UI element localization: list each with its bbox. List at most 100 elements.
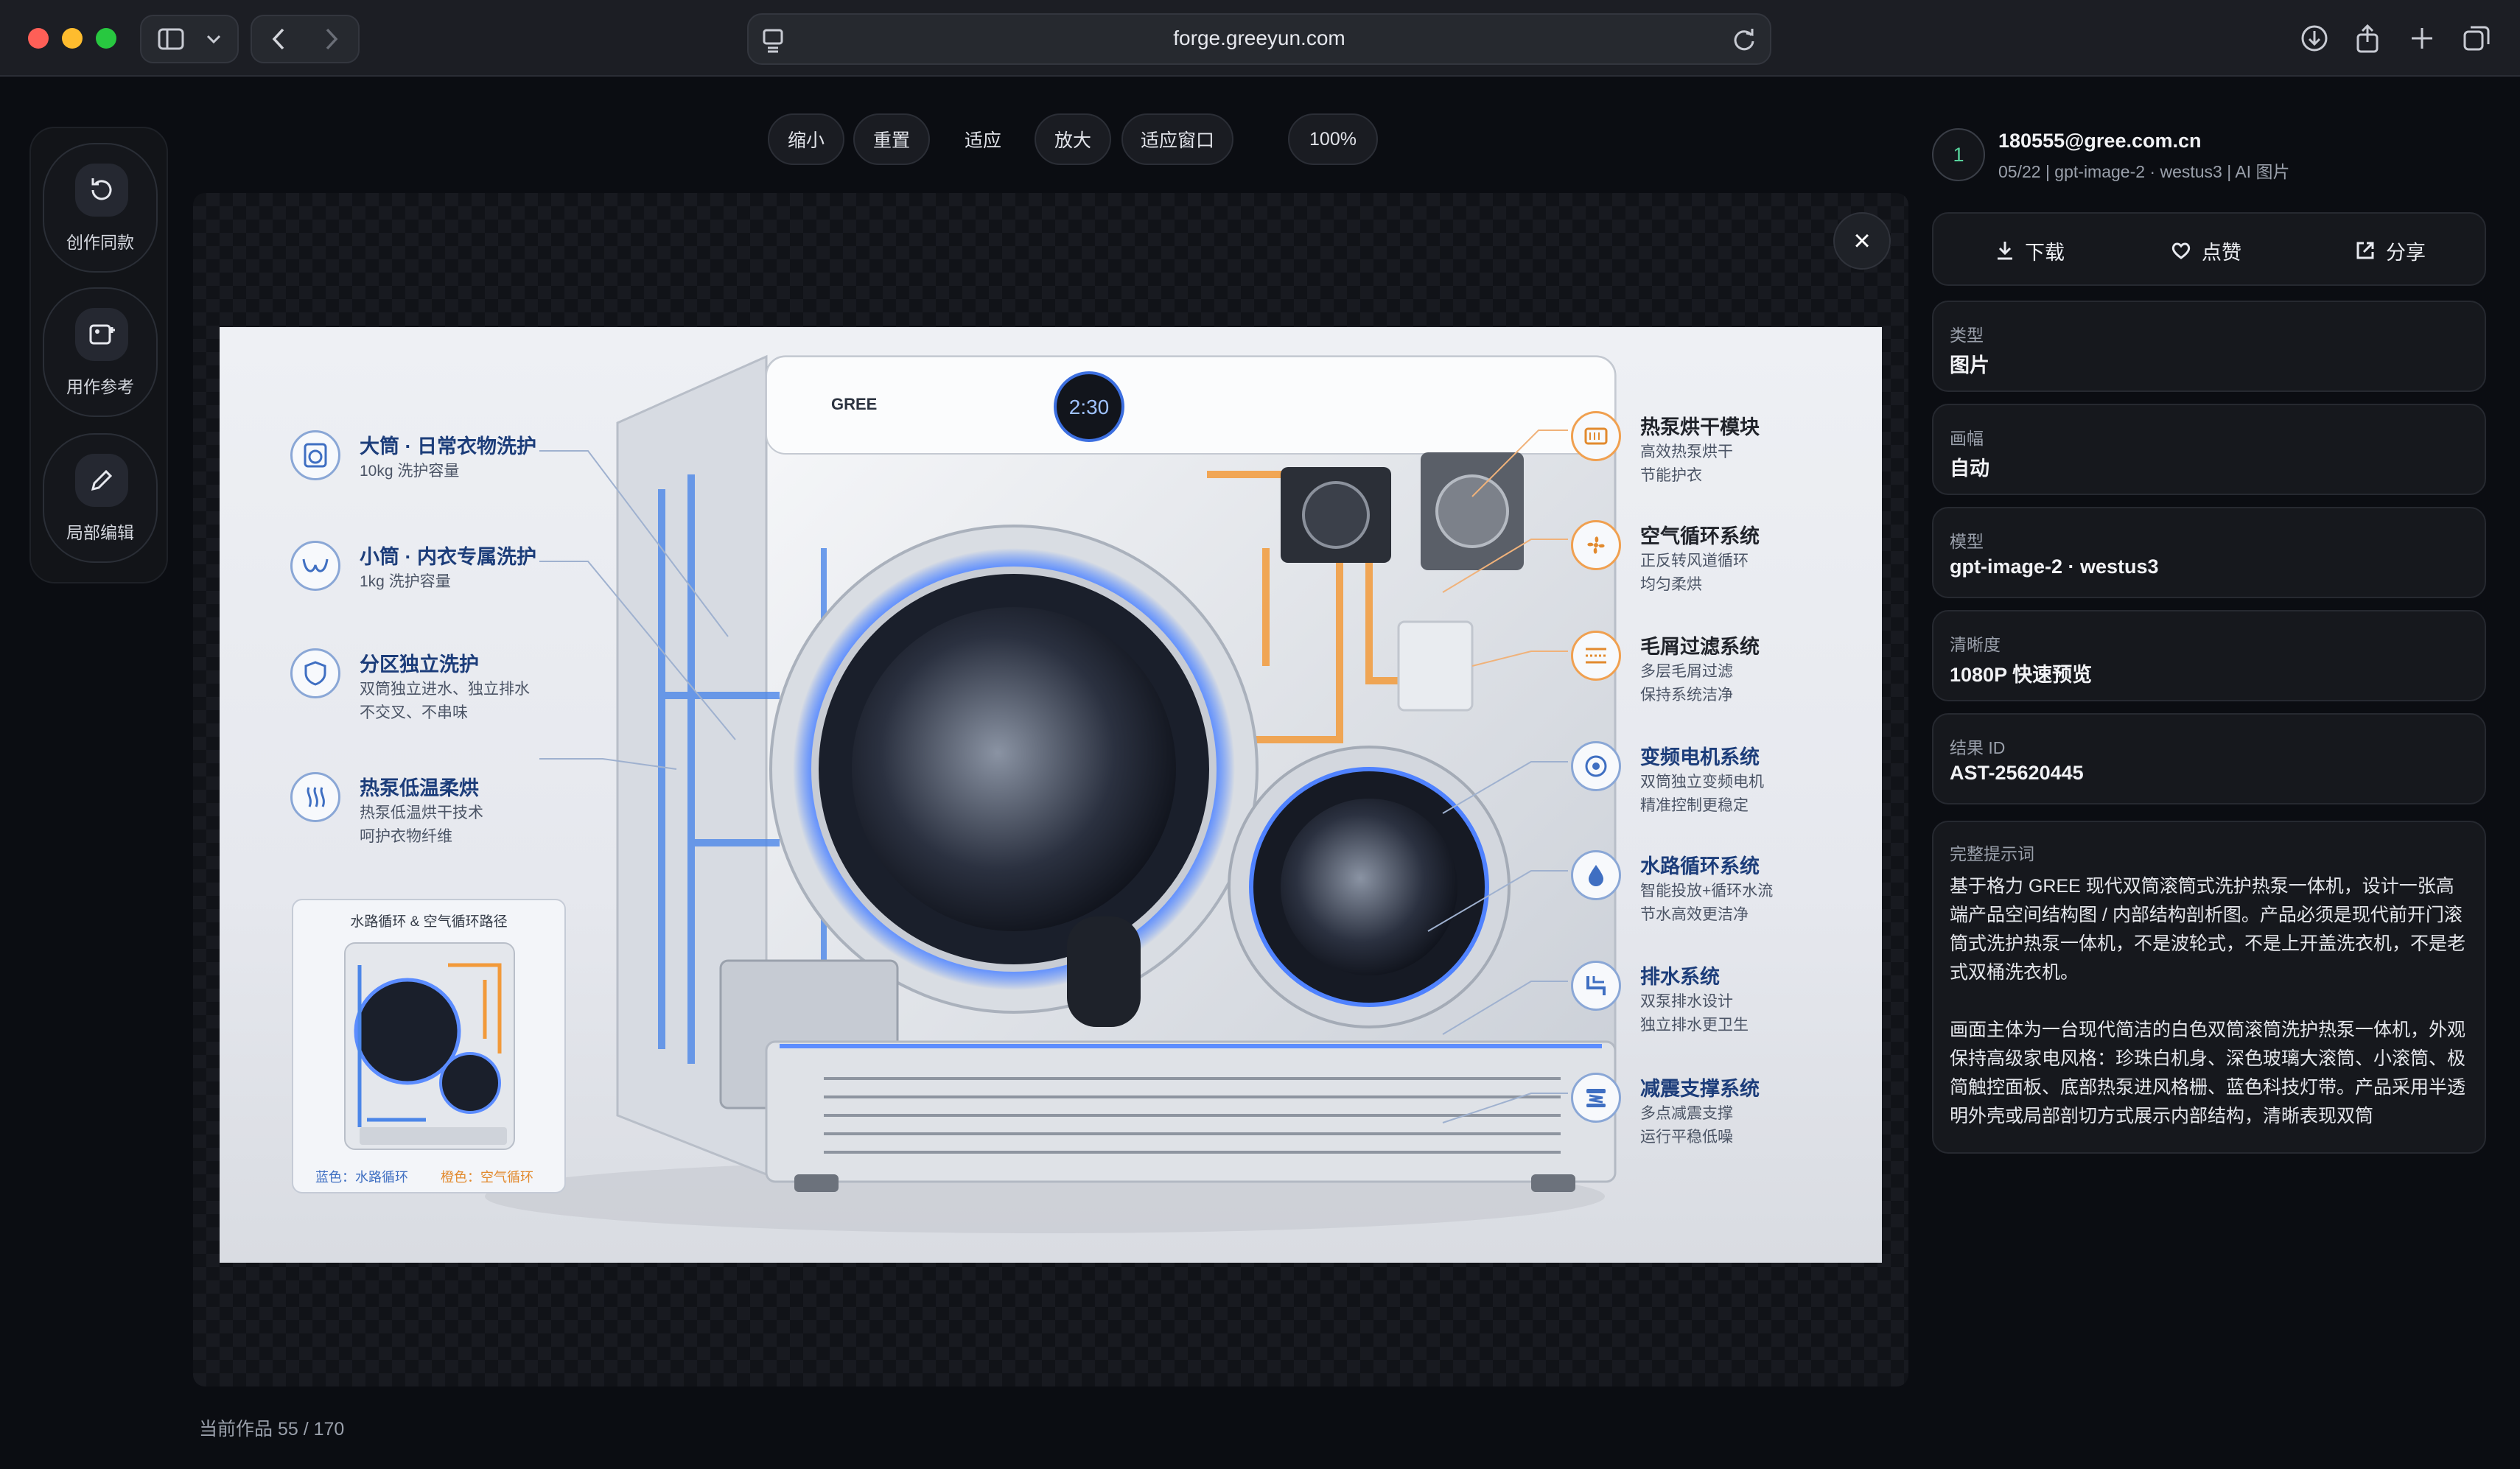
download-icon [1998, 242, 2012, 260]
feature-sub: 双筒独立进水、独立排水 不交叉、不串味 [360, 681, 530, 721]
info-card-resolution: 清晰度 1080P 快速预览 [1932, 610, 2486, 701]
back-icon[interactable] [271, 27, 286, 51]
tabs-icon [2463, 26, 2490, 51]
card-value: 自动 [1950, 457, 1989, 480]
info-card-type: 类型 图片 [1932, 301, 2486, 392]
circulation-inset: 水路循环 & 空气循环路径 蓝色：水路循环 橙色：空气循环 [292, 899, 566, 1193]
refresh-icon [75, 164, 128, 217]
like-button[interactable]: 点赞 [2171, 236, 2241, 265]
address-bar[interactable]: forge.greeyun.com [747, 13, 1771, 65]
tool-label: 创作同款 [66, 233, 134, 252]
like-label: 点赞 [2202, 241, 2241, 264]
feature-title: 水路循环系统 [1640, 855, 1760, 877]
fit-window-button[interactable]: 适应窗口 [1121, 113, 1233, 165]
feature-sub: 智能投放+循环水流 节水高效更洁净 [1640, 883, 1774, 923]
washer-icon [290, 430, 340, 480]
zoom-window-button[interactable] [96, 28, 116, 49]
fan-icon [1571, 520, 1621, 570]
feature-title: 毛屑过滤系统 [1640, 636, 1760, 658]
motor-icon [1571, 741, 1621, 791]
pipe-icon [1571, 961, 1621, 1011]
tool-label: 用作参考 [66, 377, 134, 396]
minimize-window-button[interactable] [62, 28, 83, 49]
feature-sub: 高效热泵烘干 节能护衣 [1640, 443, 1733, 484]
forward-icon[interactable] [324, 27, 339, 51]
svg-text:2:30: 2:30 [1069, 396, 1110, 418]
share-button[interactable]: 分享 [2355, 236, 2426, 265]
prompt-card[interactable]: 完整提示词 基于格力 GREE 现代双筒滚筒式洗护热泵一体机，设计一张高端产品空… [1932, 821, 2486, 1154]
url-text: forge.greeyun.com [1173, 27, 1345, 49]
create-same-button[interactable]: 创作同款 [43, 143, 158, 273]
close-window-button[interactable] [28, 28, 49, 49]
tool-panel: 创作同款 用作参考 局部编辑 [29, 127, 168, 583]
feature-sub: 双泵排水设计 独立排水更卫生 [1640, 993, 1749, 1034]
reset-button[interactable]: 重置 [853, 113, 930, 165]
feature-sub: 多点减震支撑 运行平稳低噪 [1640, 1105, 1733, 1146]
chevron-down-icon [206, 35, 221, 44]
downloads-button[interactable] [2296, 19, 2333, 57]
prompt-text: 基于格力 GREE 现代双筒滚筒式洗护热泵一体机，设计一张高端产品空间结构图 /… [1950, 872, 2471, 1131]
plus-icon [2412, 28, 2432, 49]
download-label: 下载 [2025, 241, 2065, 264]
water-drop-icon [1571, 850, 1621, 900]
info-card-aspect: 画幅 自动 [1932, 404, 2486, 495]
feature-sub: 双筒独立变频电机 精准控制更稳定 [1640, 774, 1764, 814]
reload-icon[interactable] [1732, 27, 1757, 53]
info-card-model: 模型 gpt-image-2 · westus3 [1932, 507, 2486, 598]
legend-air: 橙色：空气循环 [441, 1170, 533, 1185]
card-label: 清晰度 [1950, 635, 2001, 654]
use-as-reference-button[interactable]: 用作参考 [43, 287, 158, 417]
info-card-result-id: 结果 ID AST-25620445 [1932, 713, 2486, 804]
action-bar: 下载 点赞 分享 [1932, 212, 2486, 286]
feature-sub: 10kg 洗护容量 [360, 463, 460, 480]
local-edit-button[interactable]: 局部编辑 [43, 433, 158, 563]
feature-sub: 正反转风道循环 均匀柔烘 [1640, 553, 1749, 593]
share-button-browser[interactable] [2349, 19, 2386, 57]
sidebar-toggle-button[interactable] [140, 15, 239, 63]
avatar[interactable]: 1 [1932, 128, 1985, 181]
feature-sub: 多层毛屑过滤 保持系统洁净 [1640, 663, 1733, 704]
card-label: 结果 ID [1950, 738, 2006, 757]
prompt-paragraph: 画面主体为一台现代简洁的白色双筒滚筒洗护热泵一体机，外观保持高级家电风格：珍珠白… [1950, 1020, 2466, 1126]
feature-title: 小筒 · 内衣专属洗护 [360, 546, 536, 568]
card-label: 模型 [1950, 532, 1984, 551]
prompt-label: 完整提示词 [1950, 844, 2034, 863]
work-counter: 当前作品 55 / 170 [199, 1419, 345, 1440]
card-value: gpt-image-2 · westus3 [1950, 555, 2159, 578]
author-email: 180555@gree.com.cn [1998, 130, 2202, 152]
pen-icon [75, 454, 128, 507]
new-tab-button[interactable] [2404, 19, 2440, 57]
filter-icon [1571, 631, 1621, 681]
heat-module-icon [1571, 411, 1621, 461]
feature-title: 热泵烘干模块 [1640, 416, 1760, 438]
browser-titlebar: forge.greeyun.com [0, 0, 2520, 77]
share-icon [2356, 24, 2379, 53]
zoom-percent-button[interactable]: 100% [1288, 113, 1378, 165]
tool-label: 局部编辑 [66, 523, 134, 542]
feature-title: 分区独立洗护 [360, 653, 479, 676]
feature-title: 热泵低温柔烘 [360, 777, 479, 799]
download-icon [2301, 25, 2328, 52]
svg-text:GREE: GREE [831, 395, 877, 413]
fit-button[interactable]: 适应 [943, 113, 1023, 165]
feature-sub: 热泵低温烘干技术 呵护衣物纤维 [360, 804, 483, 845]
feature-title: 空气循环系统 [1640, 525, 1760, 547]
download-button[interactable]: 下载 [1995, 236, 2065, 265]
close-preview-button[interactable]: × [1833, 212, 1891, 270]
product-image: GREE 2:30 大筒 · 日常衣物洗护 10kg 洗护容量 小筒 · 内衣专… [220, 327, 1882, 1263]
shield-icon [290, 648, 340, 698]
tab-overview-button[interactable] [2458, 19, 2495, 57]
zoom-out-button[interactable]: 缩小 [768, 113, 844, 165]
sidebar-icon [158, 28, 184, 50]
prompt-paragraph: 基于格力 GREE 现代双筒滚筒式洗护热泵一体机，设计一张高端产品空间结构图 /… [1950, 876, 2466, 983]
card-label: 画幅 [1950, 429, 1984, 448]
zoom-in-button[interactable]: 放大 [1035, 113, 1111, 165]
feature-sub: 1kg 洗护容量 [360, 573, 451, 590]
inset-title: 水路循环 & 空气循环路径 [350, 914, 508, 930]
history-nav [251, 15, 360, 63]
heat-wave-icon [290, 772, 340, 822]
card-value: 图片 [1950, 354, 1989, 376]
share-label: 分享 [2386, 241, 2426, 264]
image-add-icon [75, 308, 128, 361]
inset-illustration [344, 942, 515, 1150]
